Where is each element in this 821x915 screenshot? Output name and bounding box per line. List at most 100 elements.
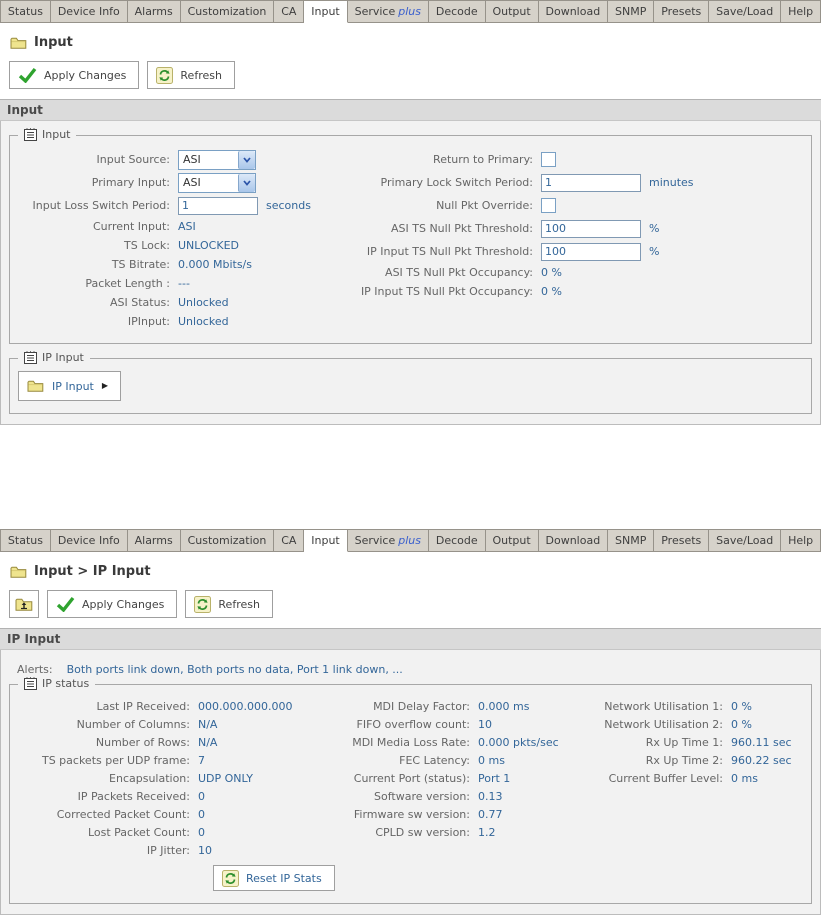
tab-input[interactable]: Input: [304, 0, 348, 23]
lost-packet-count-label: Lost Packet Count:: [87, 825, 190, 839]
reset-ip-stats-button[interactable]: Reset IP Stats: [213, 865, 335, 891]
null-pkt-override-checkbox[interactable]: [541, 198, 556, 213]
primary-input-select[interactable]: ASI: [178, 172, 256, 193]
tab-snmp[interactable]: SNMP: [608, 529, 655, 551]
input-source-select[interactable]: ASI: [178, 149, 256, 170]
field-row-network-utilisation-1: Network Utilisation 1: 0 %: [575, 697, 803, 715]
tab-label: CA: [281, 5, 297, 18]
folder-up-icon: [15, 597, 33, 612]
ip-input-fieldset: IP Input IP Input ▶: [9, 351, 812, 414]
field-row-last-ip-received: Last IP Received: 000.000.000.000: [18, 697, 320, 715]
tab-snmp[interactable]: SNMP: [608, 0, 655, 22]
primary-lock-switch-period-control: minutes: [541, 173, 694, 192]
tab-alarms[interactable]: Alarms: [127, 0, 181, 22]
input-source-control: ASI: [178, 149, 256, 170]
tab-label: Output: [492, 534, 531, 547]
ip-status-col-2: MDI Delay Factor: 0.000 ms FIFO overflow c…: [320, 697, 575, 841]
chevron-down-icon[interactable]: [238, 173, 255, 192]
tab-ca[interactable]: CA: [274, 529, 305, 551]
asi-ts-null-pkt-occupancy-value: 0 %: [541, 266, 562, 279]
field-row-mdi-delay-factor: MDI Delay Factor: 0.000 ms: [320, 697, 575, 715]
mdi-delay-factor-label: MDI Delay Factor:: [373, 699, 470, 713]
refresh-button[interactable]: Refresh: [147, 61, 235, 89]
network-utilisation-1-value: 0 %: [731, 699, 752, 713]
number-of-rows-label: Number of Rows:: [95, 735, 190, 749]
fieldset-legend: Input: [18, 128, 77, 141]
tab-device-info[interactable]: Device Info: [50, 529, 128, 551]
section-header: Input: [0, 99, 821, 121]
ts-lock-control: UNLOCKED: [178, 239, 239, 252]
tab-save-load[interactable]: Save/Load: [709, 529, 782, 551]
tab-help[interactable]: Help: [781, 529, 821, 551]
tab-ca[interactable]: CA: [274, 0, 305, 22]
input-loss-switch-period-input[interactable]: [178, 196, 258, 215]
corrected-packet-count-value: 0: [198, 807, 205, 821]
tab-download[interactable]: Download: [538, 529, 609, 551]
refresh-button[interactable]: Refresh: [185, 590, 273, 618]
ip-input-ts-null-pkt-occupancy-control: 0 %: [541, 285, 562, 298]
apply-changes-label: Apply Changes: [82, 597, 165, 611]
rx-up-time-1-value: 960.11 sec: [731, 735, 792, 749]
ip-jitter-value: 10: [198, 843, 212, 857]
ip-input-nav-button[interactable]: IP Input ▶: [18, 371, 122, 401]
tab-label: Save/Load: [716, 5, 774, 18]
current-input-value: ASI: [178, 220, 196, 233]
tab-help[interactable]: Help: [781, 0, 821, 22]
tab-customization[interactable]: Customization: [180, 529, 275, 551]
tab-device-info[interactable]: Device Info: [50, 0, 128, 22]
tab-output[interactable]: Output: [485, 529, 539, 551]
fieldset-legend: IP status: [18, 677, 96, 690]
folder-icon: [27, 379, 44, 393]
tab-label: Service: [354, 5, 396, 18]
fifo-overflow-count-value: 10: [478, 717, 492, 731]
primary-input-label: Primary Input:: [91, 176, 170, 189]
return-to-primary-checkbox[interactable]: [541, 152, 556, 167]
apply-changes-button[interactable]: Apply Changes: [9, 61, 140, 89]
tab-service-plus[interactable]: Service plus: [347, 0, 429, 22]
refresh-icon: [156, 66, 174, 84]
current-input-label: Current Input:: [93, 220, 170, 233]
ipinput-label: IPInput:: [127, 315, 170, 328]
tab-customization[interactable]: Customization: [180, 0, 275, 22]
tab-save-load[interactable]: Save/Load: [709, 0, 782, 22]
cpld-sw-version-label: CPLD sw version:: [375, 825, 470, 839]
play-icon: ▶: [101, 381, 109, 390]
tab-presets[interactable]: Presets: [654, 0, 710, 22]
section-header: IP Input: [0, 628, 821, 650]
tab-label: Save/Load: [716, 534, 774, 547]
field-row-ts-bitrate: TS Bitrate: 0.000 Mbits/s: [18, 255, 336, 274]
fieldset-legend-label: IP status: [42, 677, 90, 690]
packet-length-value: ---: [178, 277, 190, 290]
rx-up-time-2-value: 960.22 sec: [731, 753, 792, 767]
up-level-button[interactable]: [9, 590, 39, 618]
tab-decode[interactable]: Decode: [428, 0, 486, 22]
field-row-packet-length: Packet Length : ---: [18, 274, 336, 293]
tab-label: Help: [788, 534, 814, 547]
chevron-down-icon[interactable]: [238, 150, 255, 169]
tab-input[interactable]: Input: [304, 529, 348, 552]
ip-jitter-label: IP Jitter:: [146, 843, 190, 857]
encapsulation-control: UDP ONLY: [198, 772, 253, 785]
tab-output[interactable]: Output: [485, 0, 539, 22]
field-row-lost-packet-count: Lost Packet Count: 0: [18, 823, 320, 841]
apply-changes-button[interactable]: Apply Changes: [47, 590, 178, 618]
tab-presets[interactable]: Presets: [654, 529, 710, 551]
ip-input-ts-null-pkt-threshold-input[interactable]: [541, 242, 641, 261]
field-row-software-version: Software version: 0.13: [320, 787, 575, 805]
primary-lock-switch-period-input[interactable]: [541, 173, 641, 192]
breadcrumb: Input > IP Input: [10, 564, 821, 579]
ts-bitrate-value: 0.000 Mbits/s: [178, 258, 252, 271]
tab-label-suffix: plus: [398, 5, 421, 18]
last-ip-received-control: 000.000.000.000: [198, 700, 292, 713]
field-row-rx-up-time-1: Rx Up Time 1: 960.11 sec: [575, 733, 803, 751]
tab-download[interactable]: Download: [538, 0, 609, 22]
tab-status[interactable]: Status: [0, 529, 51, 551]
field-row-current-port-status: Current Port (status): Port 1: [320, 769, 575, 787]
primary-lock-switch-period-unit: minutes: [649, 176, 694, 189]
tab-decode[interactable]: Decode: [428, 529, 486, 551]
tab-alarms[interactable]: Alarms: [127, 529, 181, 551]
field-row-primary-input: Primary Input: ASI: [18, 171, 336, 194]
tab-status[interactable]: Status: [0, 0, 51, 22]
tab-service-plus[interactable]: Service plus: [347, 529, 429, 551]
asi-ts-null-pkt-threshold-input[interactable]: [541, 219, 641, 238]
